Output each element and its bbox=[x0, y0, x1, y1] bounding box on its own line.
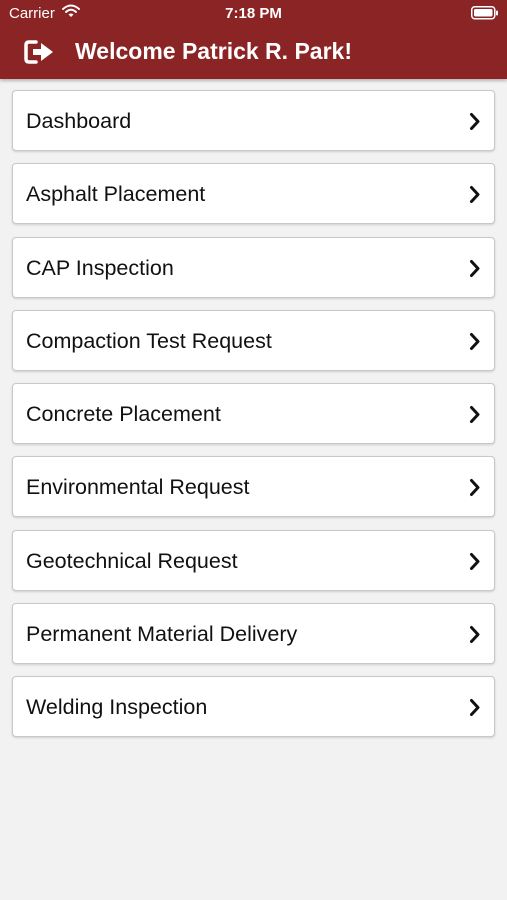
menu-item-welding-inspection[interactable]: Welding Inspection bbox=[12, 676, 495, 738]
battery-icon bbox=[471, 6, 499, 24]
chevron-right-icon bbox=[469, 185, 481, 209]
chevron-right-icon bbox=[469, 478, 481, 502]
menu-item-label: Asphalt Placement bbox=[26, 182, 206, 207]
chevron-right-icon bbox=[469, 332, 481, 356]
chevron-right-icon bbox=[469, 698, 481, 722]
menu-item-label: Geotechnical Request bbox=[26, 548, 238, 573]
menu-item-asphalt-placement[interactable]: Asphalt Placement bbox=[12, 163, 495, 225]
clock-time: 7:18 PM bbox=[225, 5, 282, 22]
menu-item-label: Permanent Material Delivery bbox=[26, 622, 298, 647]
menu-item-label: Dashboard bbox=[26, 109, 132, 133]
menu-list: Dashboard Asphalt Placement CAP Inspecti… bbox=[12, 90, 495, 750]
menu-item-label: Concrete Placement bbox=[26, 402, 221, 427]
menu-item-environmental-request[interactable]: Environmental Request bbox=[12, 456, 495, 518]
welcome-title: Welcome Patrick R. Park! bbox=[75, 38, 352, 64]
chevron-right-icon bbox=[469, 625, 481, 649]
status-bar: Carrier 7:18 PM bbox=[0, 0, 507, 28]
menu-item-label: Compaction Test Request bbox=[26, 328, 272, 353]
chevron-right-icon bbox=[469, 259, 481, 283]
chevron-right-icon bbox=[469, 112, 481, 136]
app-header: Carrier 7:18 PM Welcome Patrick R. Park! bbox=[0, 0, 507, 79]
chevron-right-icon bbox=[469, 552, 481, 576]
title-bar: Welcome Patrick R. Park! bbox=[0, 36, 507, 70]
menu-item-cap-inspection[interactable]: CAP Inspection bbox=[12, 236, 495, 298]
menu-item-label: CAP Inspection bbox=[26, 255, 174, 280]
chevron-right-icon bbox=[469, 405, 481, 429]
menu-item-dashboard[interactable]: Dashboard bbox=[12, 90, 495, 151]
menu-item-permanent-material-delivery[interactable]: Permanent Material Delivery bbox=[12, 603, 495, 665]
menu-item-label: Environmental Request bbox=[26, 475, 250, 500]
menu-item-concrete-placement[interactable]: Concrete Placement bbox=[12, 383, 495, 445]
menu-item-compaction-test-request[interactable]: Compaction Test Request bbox=[12, 309, 495, 371]
logout-icon[interactable] bbox=[24, 40, 55, 69]
menu-item-label: Welding Inspection bbox=[26, 695, 208, 720]
menu-item-geotechnical-request[interactable]: Geotechnical Request bbox=[12, 529, 495, 591]
